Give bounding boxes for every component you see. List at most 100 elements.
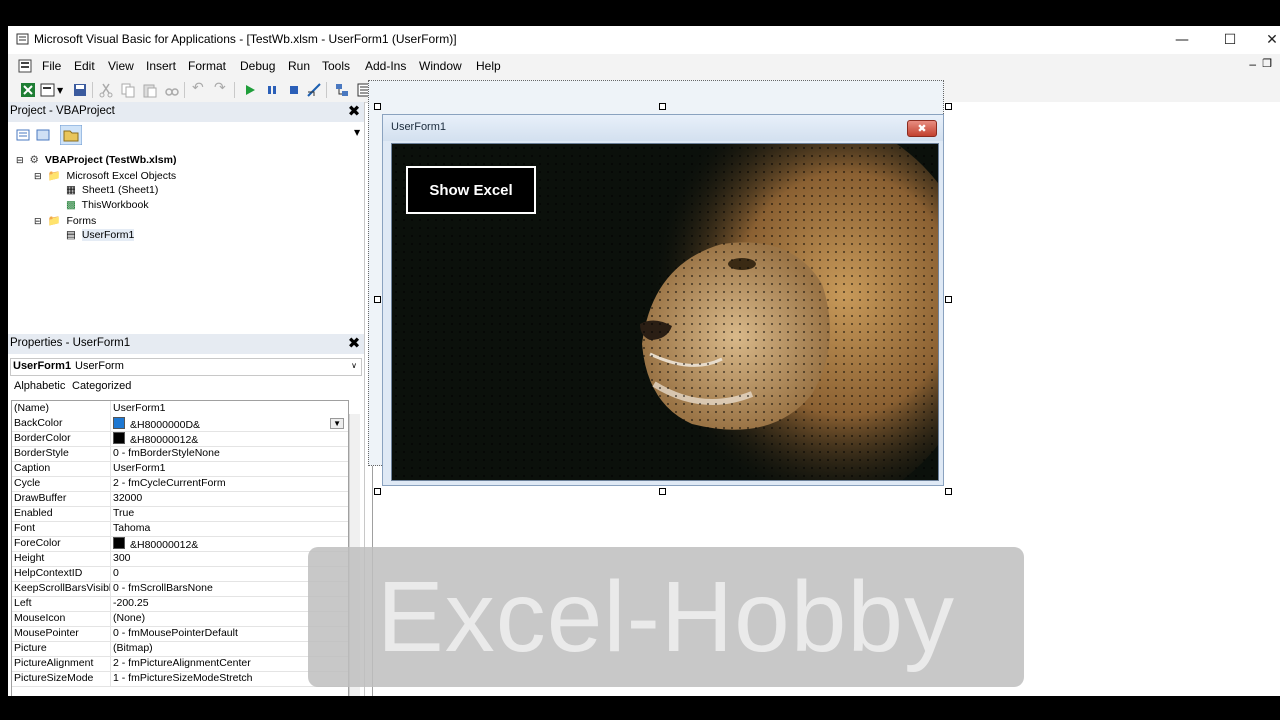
property-row[interactable]: Picture (Bitmap) [12, 641, 348, 657]
cut-icon[interactable] [98, 82, 114, 98]
property-row[interactable]: PictureSizeMode 1 - fmPictureSizeModeStre… [12, 671, 348, 687]
userform-picture: Show Excel [391, 143, 939, 481]
tree-node-excel-objects[interactable]: ⊟ 📁 Microsoft Excel Objects [34, 169, 176, 182]
menu-format[interactable]: Format [188, 59, 226, 73]
find-icon[interactable] [164, 82, 180, 98]
property-row[interactable]: KeepScrollBarsVisible 0 - fmScrollBarsNon… [12, 581, 348, 597]
undo-icon[interactable]: ↶ [192, 80, 208, 96]
menu-edit[interactable]: Edit [74, 59, 95, 73]
property-value[interactable]: Tahoma [113, 522, 345, 534]
property-value-text: UserForm1 [113, 402, 166, 414]
reset-icon[interactable] [286, 82, 302, 98]
resize-handle[interactable] [945, 488, 952, 495]
minimize-button[interactable]: — [1160, 26, 1204, 54]
view-code-icon[interactable] [16, 128, 30, 142]
property-value[interactable]: UserForm1 [113, 462, 345, 474]
column-divider [110, 461, 111, 476]
tree-node-forms[interactable]: ⊟ 📁 Forms [34, 214, 96, 227]
property-row[interactable]: MousePointer 0 - fmMousePointerDefault [12, 626, 348, 642]
project-explorer-icon[interactable] [334, 82, 350, 98]
resize-handle[interactable] [945, 296, 952, 303]
property-row[interactable]: Left -200.25 [12, 596, 348, 612]
menu-help[interactable]: Help [476, 59, 501, 73]
maximize-button[interactable]: ☐ [1208, 26, 1252, 54]
watermark: Excel-Hobby [308, 547, 1024, 687]
resize-handle[interactable] [659, 103, 666, 110]
tree-node-userform1[interactable]: ▤ UserForm1 [66, 229, 135, 241]
property-value[interactable]: True [113, 507, 345, 519]
design-mode-icon[interactable] [306, 82, 322, 98]
property-row[interactable]: BorderColor &H80000012& [12, 431, 348, 447]
menu-file[interactable]: File [42, 59, 61, 73]
resize-handle[interactable] [374, 488, 381, 495]
property-row[interactable]: BackColor &H8000000D& ▼ [12, 416, 348, 432]
view-excel-icon[interactable] [20, 82, 36, 98]
tree-node-vbaproject[interactable]: ⊟ ⚙ VBAProject (TestWb.xlsm) [16, 154, 176, 166]
dropdown-arrow-icon[interactable]: ▼ [330, 418, 344, 429]
mdi-restore-icon[interactable]: ❐ [1262, 57, 1272, 70]
property-value[interactable]: UserForm1 [113, 402, 345, 414]
property-value[interactable]: 2 - fmCycleCurrentForm [113, 477, 345, 489]
collapse-icon[interactable]: ⊟ [16, 155, 24, 165]
tab-alphabetic[interactable]: Alphabetic [14, 380, 65, 392]
menu-add-ins[interactable]: Add-Ins [365, 59, 406, 73]
menu-view[interactable]: View [108, 59, 134, 73]
show-excel-button[interactable]: Show Excel [406, 166, 536, 214]
vba-menu-icon[interactable] [18, 59, 32, 73]
tree-node-sheet1[interactable]: ▦ Sheet1 (Sheet1) [66, 184, 158, 196]
insert-userform-icon[interactable] [40, 82, 56, 98]
column-divider [110, 611, 111, 626]
collapse-icon[interactable]: ⊟ [34, 171, 42, 181]
property-row[interactable]: ForeColor &H80000012& [12, 536, 348, 552]
redo-icon[interactable]: ↷ [214, 80, 230, 96]
property-name: Enabled [14, 507, 53, 519]
resize-handle[interactable] [374, 103, 381, 110]
chevron-down-icon[interactable]: ∨ [351, 361, 357, 370]
resize-handle[interactable] [659, 488, 666, 495]
close-properties-button[interactable]: ✖ [346, 336, 362, 352]
property-row[interactable]: Caption UserForm1 [12, 461, 348, 477]
userform-title-bar: UserForm1 ✖ [383, 115, 943, 141]
tab-categorized[interactable]: Categorized [72, 380, 131, 392]
property-value[interactable]: 32000 [113, 492, 345, 504]
toggle-folders-icon[interactable] [60, 125, 82, 145]
menu-debug[interactable]: Debug [240, 59, 275, 73]
property-row[interactable]: MouseIcon (None) [12, 611, 348, 627]
menu-insert[interactable]: Insert [146, 59, 176, 73]
property-row[interactable]: HelpContextID 0 [12, 566, 348, 582]
resize-handle[interactable] [945, 103, 952, 110]
menu-window[interactable]: Window [419, 59, 462, 73]
tree-node-thisworkbook[interactable]: ▩ ThisWorkbook [66, 199, 149, 211]
menu-tools[interactable]: Tools [322, 59, 350, 73]
menu-run[interactable]: Run [288, 59, 310, 73]
resize-handle[interactable] [374, 296, 381, 303]
property-value[interactable]: &H8000000D& [113, 417, 345, 431]
property-row[interactable]: Font Tahoma [12, 521, 348, 537]
userform1[interactable]: UserForm1 ✖ Show Excel [382, 114, 944, 486]
insert-dropdown-icon[interactable]: ▼ [57, 86, 73, 102]
view-object-icon[interactable] [36, 128, 50, 142]
userform-close-button[interactable]: ✖ [907, 120, 937, 137]
break-icon[interactable] [264, 82, 280, 98]
property-row[interactable]: Cycle 2 - fmCycleCurrentForm [12, 476, 348, 492]
property-row[interactable]: Height 300 [12, 551, 348, 567]
run-icon[interactable] [242, 82, 258, 98]
property-row[interactable]: DrawBuffer 32000 [12, 491, 348, 507]
column-divider [110, 671, 111, 686]
close-window-button[interactable]: ✕ [1250, 26, 1280, 54]
paste-icon[interactable] [142, 82, 158, 98]
property-row[interactable]: Enabled True [12, 506, 348, 522]
close-project-explorer-button[interactable]: ✖ [346, 104, 362, 120]
mdi-minimize-icon[interactable]: – [1249, 57, 1256, 71]
property-row[interactable]: (Name) UserForm1 [12, 401, 348, 417]
property-name: KeepScrollBarsVisible [14, 582, 110, 594]
copy-icon[interactable] [120, 82, 136, 98]
save-icon[interactable] [72, 82, 88, 98]
property-row[interactable]: BorderStyle 0 - fmBorderStyleNone [12, 446, 348, 462]
property-value[interactable]: &H80000012& [113, 432, 345, 446]
object-selector[interactable]: UserForm1 UserForm ∨ [10, 358, 362, 376]
collapse-icon[interactable]: ⊟ [34, 216, 42, 226]
property-value[interactable]: 0 - fmBorderStyleNone [113, 447, 345, 459]
property-row[interactable]: PictureAlignment 2 - fmPictureAlignmentCe… [12, 656, 348, 672]
project-scroll-icon[interactable]: ▼ [354, 128, 360, 137]
